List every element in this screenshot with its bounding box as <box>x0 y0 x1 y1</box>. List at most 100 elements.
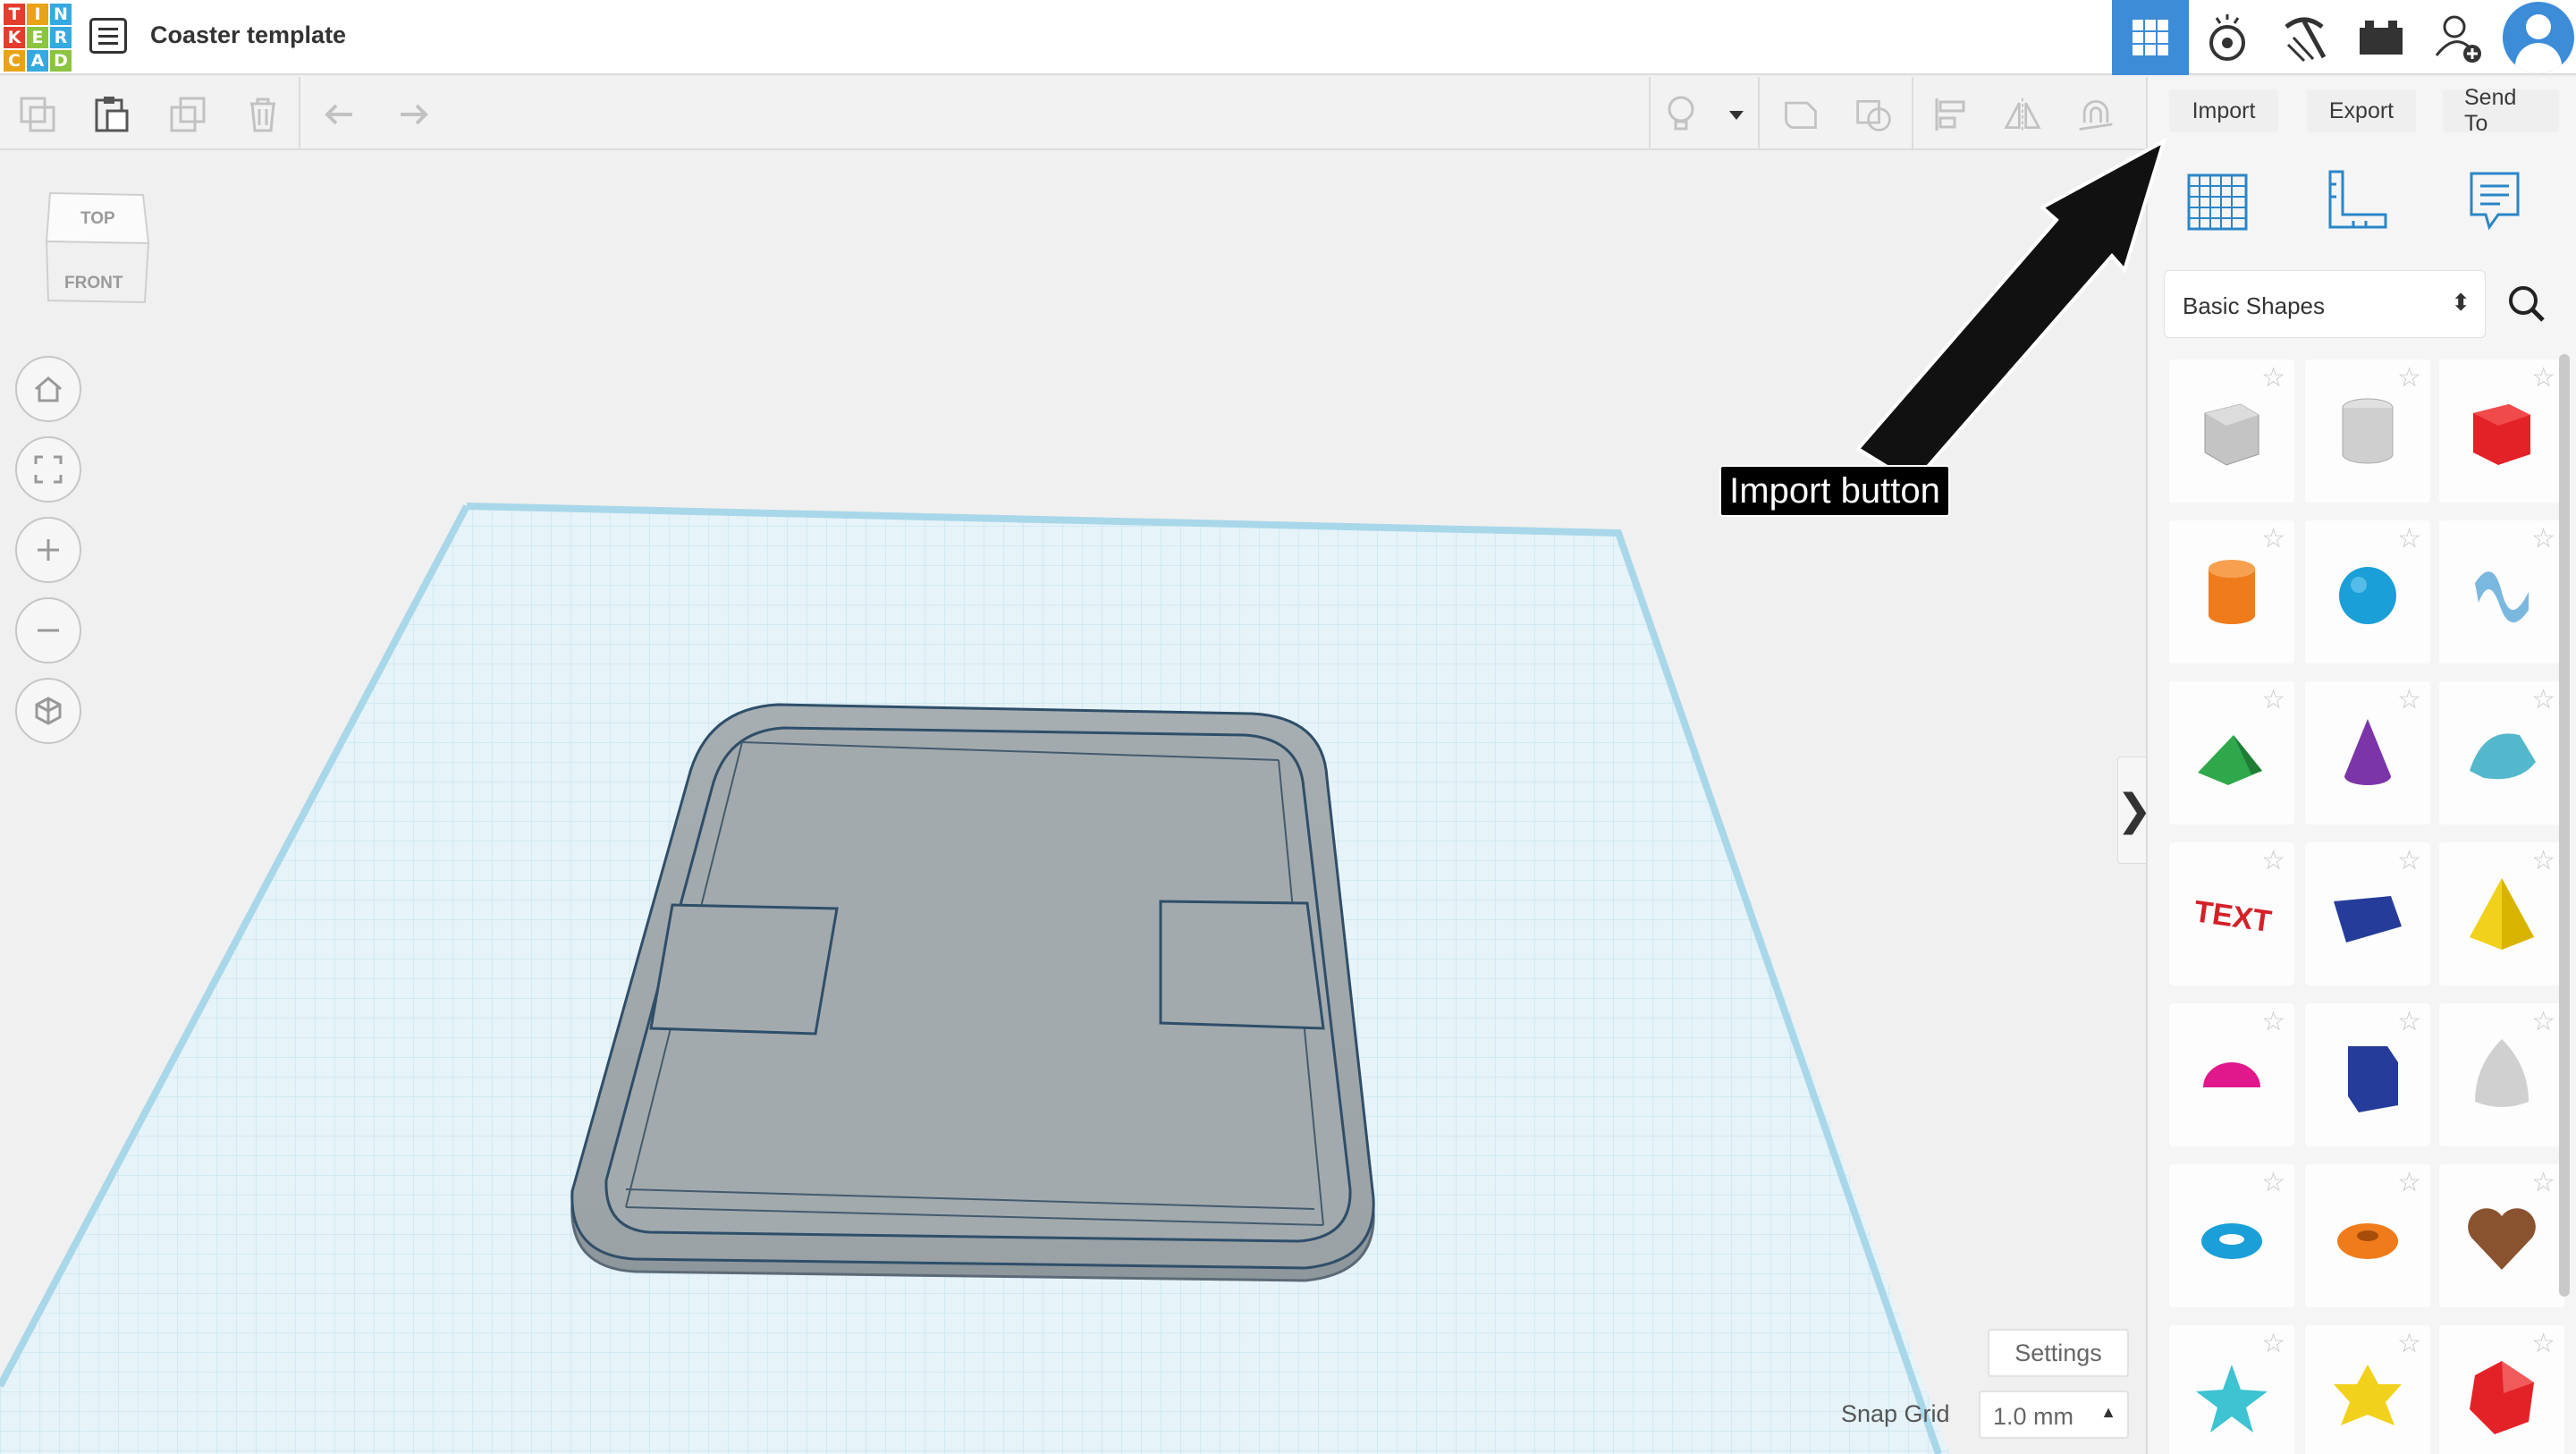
view-cube-front-label: FRONT <box>64 274 123 292</box>
delete-icon[interactable] <box>243 97 283 132</box>
group-icon[interactable] <box>1781 97 1820 132</box>
logo-letter: R <box>50 27 72 48</box>
panel-tabs: Import Export Send To <box>2148 77 2576 145</box>
shape-preview-icon <box>2209 560 2255 624</box>
shape-preview-icon <box>2342 398 2394 464</box>
zoom-in-icon[interactable] <box>15 517 81 583</box>
add-user-icon[interactable] <box>2420 0 2496 75</box>
shape-tile[interactable]: ☆ <box>2439 842 2564 985</box>
logo-letter: D <box>50 50 72 72</box>
ruler-icon[interactable] <box>2321 166 2393 238</box>
view-cube[interactable]: TOP FRONT <box>39 188 156 313</box>
shape-preview-icon <box>2204 403 2259 466</box>
shape-library-value: Basic Shapes <box>2183 292 2325 319</box>
light-bulb-icon[interactable] <box>1661 96 1701 132</box>
fit-view-icon[interactable] <box>15 436 81 503</box>
shape-preview-icon <box>2203 1062 2260 1087</box>
shape-preview-icon <box>2475 571 2529 623</box>
shape-tile[interactable]: ☆ <box>2439 520 2564 664</box>
workplane-grid-icon[interactable] <box>2182 166 2253 238</box>
shape-tile[interactable]: ☆ <box>2305 359 2430 503</box>
workplane-canvas[interactable] <box>0 152 2146 1454</box>
circuits-icon[interactable] <box>2189 0 2266 75</box>
shape-tile[interactable]: ☆ <box>2305 1325 2430 1454</box>
document-title[interactable]: Coaster template <box>150 21 346 49</box>
shape-preview-icon <box>2198 735 2262 785</box>
svg-text:TEXT: TEXT <box>2192 894 2274 939</box>
shape-preview-icon <box>2334 896 2402 943</box>
design-list-icon[interactable] <box>89 18 127 54</box>
shape-preview-icon <box>2470 733 2536 780</box>
shape-tile[interactable]: ☆ <box>2169 1164 2294 1307</box>
snap-grid-value: 1.0 mm <box>1993 1403 2074 1430</box>
blocks-pickaxe-icon[interactable] <box>2266 0 2343 75</box>
shape-tile[interactable]: ☆ <box>2439 359 2564 503</box>
shape-tile[interactable]: ☆ <box>2305 1003 2430 1146</box>
shape-tile[interactable]: ☆ <box>2169 520 2294 664</box>
shape-preview-icon <box>2339 567 2396 624</box>
bricks-icon[interactable] <box>2343 0 2420 75</box>
shape-preview-icon <box>2196 1365 2268 1433</box>
import-button[interactable]: Import <box>2169 89 2278 132</box>
top-header: TIN KER CAD Coaster template <box>0 0 2576 75</box>
shape-tile[interactable]: ☆ <box>2439 1325 2564 1454</box>
shape-preview-icon <box>2201 1223 2262 1259</box>
shape-preview-icon <box>2334 1365 2402 1425</box>
workplane-magnet-icon[interactable] <box>2076 97 2116 132</box>
shape-tile[interactable]: ☆ TEXT <box>2169 842 2294 985</box>
shape-preview-icon <box>2470 878 2534 950</box>
ortho-view-icon[interactable] <box>15 678 81 744</box>
shape-tile[interactable]: ☆ <box>2169 681 2294 824</box>
shape-tile[interactable]: ☆ <box>2439 1003 2564 1146</box>
shape-tile[interactable]: ☆ <box>2305 520 2430 664</box>
mirror-icon[interactable] <box>2003 97 2042 132</box>
logo-letter: I <box>27 4 48 25</box>
logo-letter: K <box>4 27 25 48</box>
home-icon[interactable] <box>15 356 81 422</box>
align-icon[interactable] <box>1931 97 1971 132</box>
paste-icon[interactable] <box>91 97 131 132</box>
snap-grid-select[interactable]: 1.0 mm ▲ <box>1979 1391 2129 1439</box>
duplicate-icon[interactable] <box>168 97 207 132</box>
shape-tile[interactable]: ☆ <box>2169 359 2294 503</box>
select-arrows-icon: ⬍ <box>2451 289 2470 316</box>
search-icon[interactable] <box>2493 270 2561 338</box>
notes-icon[interactable] <box>2461 166 2532 238</box>
settings-button[interactable]: Settings <box>1988 1329 2129 1377</box>
tinkercad-logo[interactable]: TIN KER CAD <box>4 4 72 72</box>
right-slot <box>1159 900 1325 1030</box>
logo-letter: C <box>4 50 25 72</box>
panel-scrollbar[interactable] <box>2559 354 2570 1297</box>
logo-letter: A <box>27 50 48 72</box>
dropdown-icon[interactable] <box>1717 97 1756 132</box>
shape-preview-icon <box>2475 1039 2529 1107</box>
shape-library-select[interactable]: Basic Shapes ⬍ <box>2164 270 2486 338</box>
copy-icon[interactable] <box>18 97 57 132</box>
workplane-view[interactable]: TOP FRONT ❯ Settings Snap Grid 1.0 mm ▲ <box>0 152 2146 1454</box>
shape-tile[interactable]: ☆ <box>2169 1003 2294 1146</box>
shape-preview-icon <box>2348 1046 2398 1112</box>
user-avatar-icon[interactable] <box>2500 0 2576 75</box>
collapse-panel-button[interactable]: ❯ <box>2116 757 2146 864</box>
shape-tile[interactable]: ☆ <box>2439 681 2564 824</box>
ungroup-icon[interactable] <box>1854 97 1894 132</box>
redo-icon[interactable] <box>393 97 433 132</box>
logo-letter: E <box>27 27 48 48</box>
send-to-button[interactable]: Send To <box>2443 85 2559 136</box>
3d-design-grid-icon[interactable] <box>2112 0 2189 75</box>
shape-preview-icon <box>2470 1361 2534 1434</box>
shape-tile[interactable]: ☆ <box>2169 1325 2294 1454</box>
shape-preview-icon: TEXT <box>2192 894 2274 939</box>
export-button[interactable]: Export <box>2307 89 2416 132</box>
zoom-out-icon[interactable] <box>15 597 81 664</box>
logo-letter: T <box>4 4 25 25</box>
shape-tile[interactable]: ☆ <box>2305 1164 2430 1307</box>
shape-preview-icon <box>2344 719 2391 785</box>
shape-tile[interactable]: ☆ <box>2305 842 2430 985</box>
logo-letter: N <box>50 4 72 25</box>
shape-tile[interactable]: ☆ <box>2305 681 2430 824</box>
shapes-panel: Import Export Send To Basic Shapes ⬍ ☆ ☆ ☆… <box>2146 77 2576 1454</box>
undo-icon[interactable] <box>320 97 359 132</box>
shape-tile[interactable]: ☆ <box>2439 1164 2564 1307</box>
shape-preview-icon <box>2468 1208 2536 1270</box>
